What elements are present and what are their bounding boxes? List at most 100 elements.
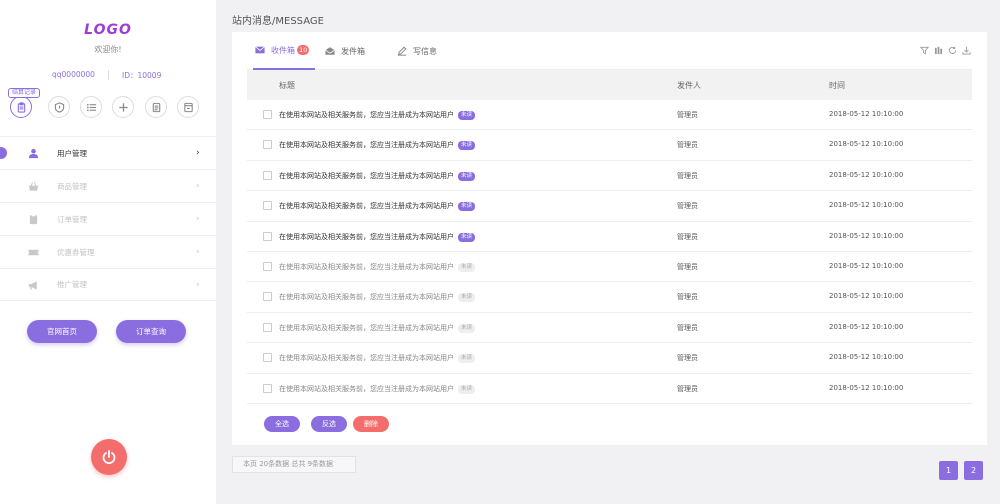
row-checkbox[interactable] <box>263 292 272 302</box>
clipboard-icon <box>28 214 39 225</box>
message-subject[interactable]: 在使用本网站及相关服务前，您应当注册成为本网站用户 未读 <box>279 171 476 181</box>
message-subject[interactable]: 在使用本网站及相关服务前，您应当注册成为本网站用户 未读 <box>279 232 476 242</box>
message-subject[interactable]: 在使用本网站及相关服务前，您应当注册成为本网站用户 未读 <box>279 292 476 303</box>
message-time: 2018-05-12 10:10:00 <box>829 322 904 331</box>
clipboard-icon[interactable] <box>10 96 32 118</box>
user-info: qq0000000 ID：10009 <box>0 70 216 82</box>
active-indicator <box>0 147 7 159</box>
shield-icon[interactable] <box>48 96 70 118</box>
read-badge: 未读 <box>458 293 476 303</box>
document-icon[interactable] <box>145 96 167 118</box>
pagination-info: 本页 20条数据 总共 9条数据 <box>232 456 356 473</box>
select-all-button[interactable]: 全选 <box>264 416 300 432</box>
column-header-sender: 发件人 <box>677 81 701 90</box>
message-subject[interactable]: 在使用本网站及相关服务前，您应当注册成为本网站用户 未读 <box>279 262 476 272</box>
archive-icon[interactable] <box>177 96 199 118</box>
list-icon[interactable] <box>80 96 102 118</box>
message-subject[interactable]: 在使用本网站及相关服务前，您应当注册成为本网站用户 未读 <box>279 384 476 394</box>
basket-icon <box>28 181 39 192</box>
row-checkbox[interactable] <box>263 353 272 363</box>
sidebar-item-label: 商品管理 <box>57 181 87 191</box>
message-subject[interactable]: 在使用本网站及相关服务前，您应当注册成为本网站用户 未读 <box>279 110 476 120</box>
columns-icon[interactable] <box>934 46 944 56</box>
message-time: 2018-05-12 10:10:00 <box>829 201 904 210</box>
message-subject[interactable]: 在使用本网站及相关服务前，您应当注册成为本网站用户 未读 <box>279 140 476 151</box>
download-icon[interactable] <box>962 46 972 56</box>
user-icon <box>28 148 39 159</box>
message-time: 2018-05-12 10:10:00 <box>829 383 904 392</box>
message-sender: 管理员 <box>677 262 698 271</box>
chevron-right-icon: › <box>196 181 200 191</box>
sidebar: LOGO 欢迎你! qq0000000 ID：10009 结算记录 用户管理 ›… <box>0 0 216 504</box>
table-row[interactable]: 在使用本网站及相关服务前，您应当注册成为本网站用户 未读 管理员 2018-05-12… <box>247 191 972 222</box>
table-row[interactable]: 在使用本网站及相关服务前，您应当注册成为本网站用户 未读 管理员 2018-05-12… <box>247 343 972 374</box>
welcome-text: 欢迎你! <box>94 45 122 54</box>
page-button-1[interactable]: 1 <box>939 461 958 480</box>
message-sender: 管理员 <box>677 232 698 241</box>
page-button-2[interactable]: 2 <box>964 461 983 480</box>
order-query-button[interactable]: 订单查询 <box>116 320 186 343</box>
table-row[interactable]: 在使用本网站及相关服务前，您应当注册成为本网站用户 未读 管理员 2018-05-12… <box>247 313 972 344</box>
row-checkbox[interactable] <box>263 261 272 271</box>
sidebar-item-promotion[interactable]: 推广管理 › <box>0 268 216 301</box>
qq-number: qq0000000 <box>52 70 95 79</box>
table-row[interactable]: 在使用本网站及相关服务前，您应当注册成为本网站用户 未读 管理员 2018-05-12… <box>247 222 972 252</box>
logo[interactable]: LOGO <box>0 22 216 38</box>
read-badge: 未读 <box>458 384 476 394</box>
sidebar-item-label: 推广管理 <box>57 280 87 289</box>
message-sender: 管理员 <box>677 354 698 363</box>
row-checkbox[interactable] <box>263 383 272 393</box>
row-checkbox[interactable] <box>263 201 272 211</box>
row-checkbox[interactable] <box>263 231 272 241</box>
message-sender: 管理员 <box>677 171 698 180</box>
table-row[interactable]: 在使用本网站及相关服务前，您应当注册成为本网站用户 未读 管理员 2018-05-12… <box>247 282 972 313</box>
table-row[interactable]: 在使用本网站及相关服务前，您应当注册成为本网站用户 未读 管理员 2018-05-12… <box>247 161 972 192</box>
sidebar-item-users[interactable]: 用户管理 › <box>0 136 216 169</box>
pen-icon <box>397 46 407 56</box>
filter-icon[interactable] <box>919 46 930 56</box>
message-time: 2018-05-12 10:10:00 <box>829 353 904 362</box>
message-time: 2018-05-12 10:10:00 <box>829 170 904 179</box>
row-checkbox[interactable] <box>263 110 272 119</box>
message-list: 在使用本网站及相关服务前，您应当注册成为本网站用户 未读 管理员 2018-05-12… <box>247 100 972 404</box>
tab-outbox[interactable]: 发件箱 <box>325 32 365 70</box>
message-sender: 管理员 <box>677 384 698 393</box>
page-title: 站内消息/MESSAGE <box>232 16 324 27</box>
table-row[interactable]: 在使用本网站及相关服务前，您应当注册成为本网站用户 未读 管理员 2018-05-12… <box>247 252 972 283</box>
message-subject[interactable]: 在使用本网站及相关服务前，您应当注册成为本网站用户 未读 <box>279 323 476 333</box>
table-row[interactable]: 在使用本网站及相关服务前，您应当注册成为本网站用户 未读 管理员 2018-05-12… <box>247 130 972 161</box>
chevron-right-icon: › <box>196 214 200 224</box>
message-sender: 管理员 <box>677 141 698 150</box>
refresh-icon[interactable] <box>948 46 958 56</box>
message-subject[interactable]: 在使用本网站及相关服务前，您应当注册成为本网站用户 未读 <box>279 353 476 364</box>
sidebar-item-products[interactable]: 商品管理 › <box>0 169 216 202</box>
power-button[interactable] <box>91 439 127 475</box>
unread-badge: 未读 <box>458 111 476 120</box>
sidebar-item-coupons[interactable]: 优惠券管理 › <box>0 235 216 268</box>
tab-compose[interactable]: 写信息 <box>397 32 437 70</box>
sidebar-item-label: 优惠券管理 <box>57 247 95 257</box>
unread-badge: 未读 <box>458 202 476 212</box>
unread-count-badge: 10 <box>297 45 310 55</box>
tab-inbox[interactable]: 收件箱 10 <box>253 32 316 70</box>
website-home-button[interactable]: 官网首页 <box>27 320 97 343</box>
table-row[interactable]: 在使用本网站及相关服务前，您应当注册成为本网站用户 未读 管理员 2018-05-12… <box>247 100 972 131</box>
plus-icon[interactable] <box>112 96 134 118</box>
delete-button[interactable]: 删除 <box>353 416 389 432</box>
message-sender: 管理员 <box>677 293 698 302</box>
row-checkbox[interactable] <box>263 170 272 180</box>
chevron-right-icon: › <box>196 148 200 158</box>
read-badge: 未读 <box>458 323 476 333</box>
message-time: 2018-05-12 10:10:00 <box>829 231 904 240</box>
tab-label: 写信息 <box>413 46 437 56</box>
tab-label: 发件箱 <box>341 46 365 56</box>
row-checkbox[interactable] <box>263 140 272 150</box>
table-toolbar <box>919 46 972 58</box>
sidebar-item-label: 订单管理 <box>57 214 87 224</box>
invert-selection-button[interactable]: 反选 <box>311 416 347 432</box>
table-row[interactable]: 在使用本网站及相关服务前，您应当注册成为本网站用户 未读 管理员 2018-05-12… <box>247 374 972 404</box>
sidebar-menu: 用户管理 › 商品管理 › 订单管理 › 优惠券管理 › 推广管理 › <box>0 136 216 301</box>
row-checkbox[interactable] <box>263 322 272 332</box>
sidebar-item-orders[interactable]: 订单管理 › <box>0 202 216 235</box>
message-subject[interactable]: 在使用本网站及相关服务前，您应当注册成为本网站用户 未读 <box>279 201 476 212</box>
